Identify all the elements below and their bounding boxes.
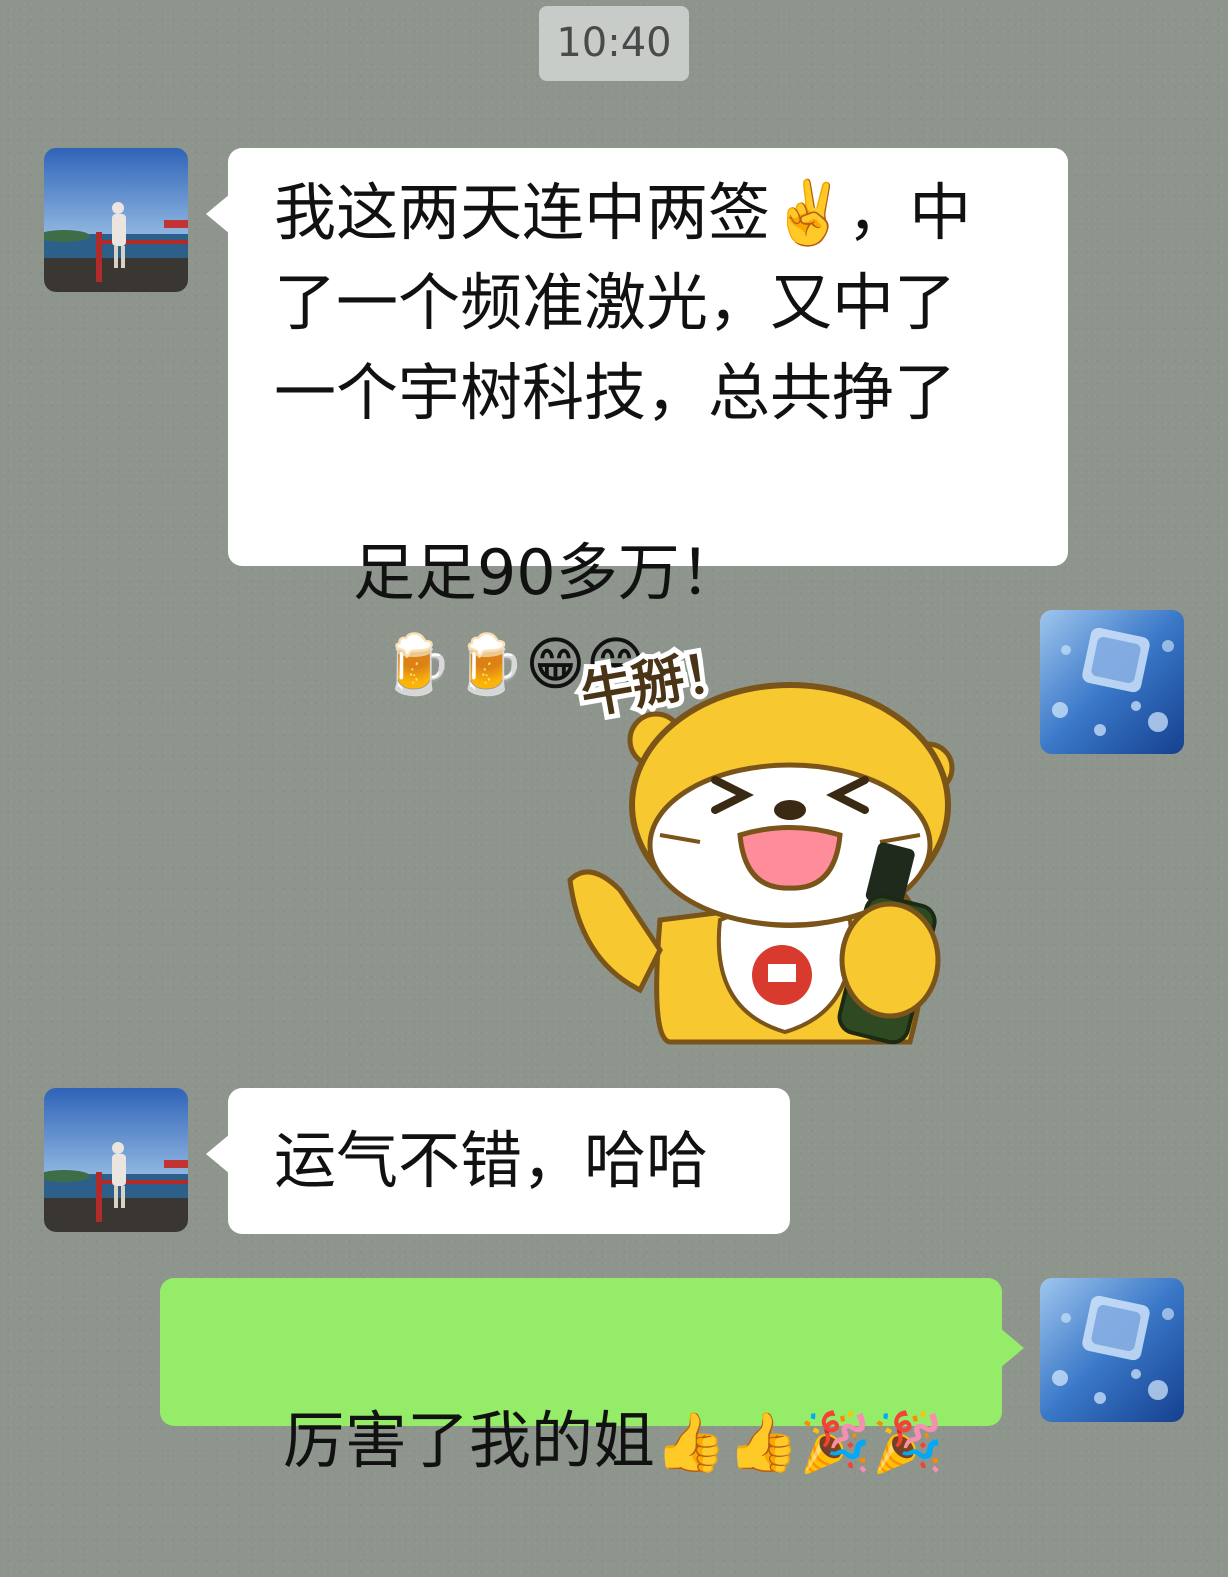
timestamp: 10:40 <box>539 6 689 81</box>
message-text-line: 足足90多万！ <box>352 536 742 609</box>
outgoing-message-bubble[interactable]: 厉害了我的姐👍👍🎉🎉 <box>160 1278 1024 1477</box>
message-text: 厉害了我的姐 <box>282 1404 655 1477</box>
message-text-line: 我这两天连中两签✌️，中 <box>274 176 972 249</box>
thumbs-party-emojis: 👍👍🎉🎉 <box>654 1408 944 1476</box>
self-avatar[interactable] <box>1040 1278 1184 1422</box>
contact-avatar[interactable] <box>44 148 188 292</box>
incoming-message-bubble[interactable]: 我这两天连中两签✌️，中 了一个频准激光，又中了 一个宇树科技，总共挣了 足足9… <box>206 148 1068 698</box>
self-avatar[interactable] <box>1040 610 1184 754</box>
message-text-line: 了一个频准激光，又中了 <box>274 266 957 339</box>
contact-avatar[interactable] <box>44 1088 188 1232</box>
incoming-message-bubble[interactable]: 运气不错，哈哈 <box>206 1088 790 1234</box>
message-text: 运气不错，哈哈 <box>274 1124 709 1197</box>
message-text-line: 一个宇树科技，总共挣了 <box>274 356 957 429</box>
otter-sticker[interactable]: 牛掰！ <box>560 630 960 1050</box>
